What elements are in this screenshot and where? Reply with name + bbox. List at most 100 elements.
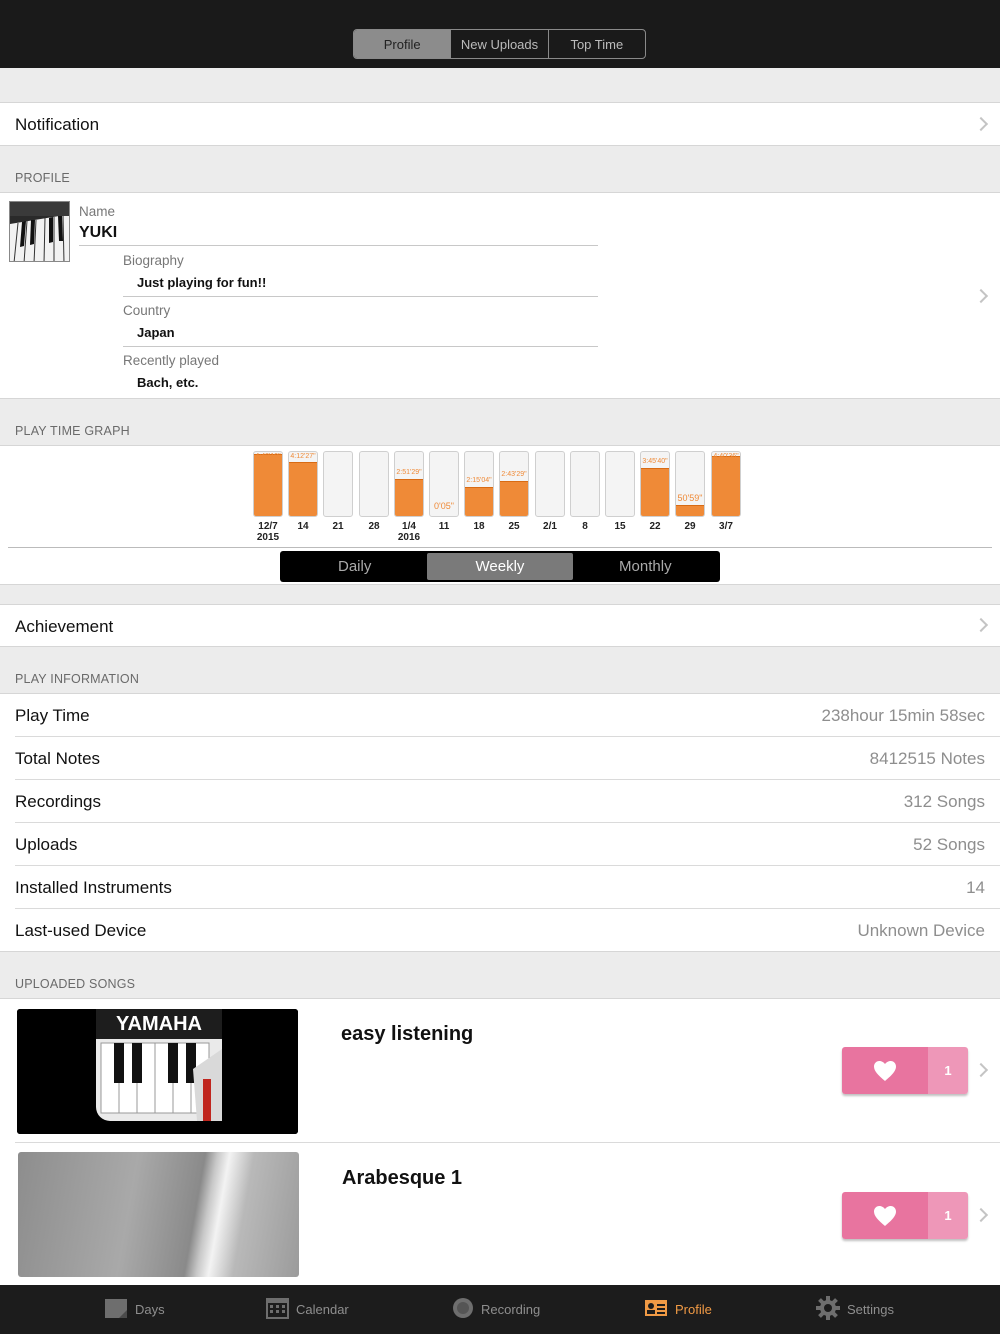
info-value: 312 Songs [903, 792, 985, 811]
play-time-graph-header: PLAY TIME GRAPH [15, 424, 130, 438]
info-row-uploads: Uploads 52 Songs [0, 823, 1000, 866]
info-key: Total Notes [15, 749, 101, 768]
graph-x-label: 21 [332, 521, 344, 532]
info-value: Unknown Device [857, 921, 985, 940]
song-thumbnail [18, 1152, 299, 1277]
name-value: YUKI [79, 224, 118, 241]
graph-bar-value-label: 4:12'27" [290, 453, 316, 460]
tab-days[interactable]: Days [104, 1285, 165, 1334]
calendar-icon [266, 1297, 289, 1322]
graph-x-label: 22 [649, 521, 661, 532]
divider [79, 245, 598, 246]
notification-label: Notification [15, 115, 100, 134]
graph-bar-fill [641, 468, 669, 516]
notification-row[interactable]: Notification [0, 102, 1000, 146]
info-row-play-time: Play Time 238hour 15min 58sec [0, 694, 1000, 737]
info-value: 52 Songs [913, 835, 985, 854]
info-key: Uploads [15, 835, 78, 854]
recently-played-label: Recently played [123, 353, 220, 368]
graph-bar-fill [395, 479, 423, 516]
period-weekly[interactable]: Weekly [427, 553, 573, 580]
name-label: Name [79, 204, 116, 219]
tab-bar: Days Calendar Recording Profile Settings [0, 1285, 1000, 1334]
play-time-graph: Daily Weekly Monthly 4:48'19" 12/7 2015 4:… [0, 445, 1000, 585]
graph-x-label: 14 [297, 521, 309, 532]
graph-bar [323, 451, 353, 517]
like-button[interactable]: 1 [842, 1047, 968, 1094]
uploaded-songs-header: UPLOADED SONGS [15, 977, 136, 991]
info-value: 14 [966, 878, 985, 897]
graph-bar-fill [712, 456, 740, 516]
tab-label: Recording [481, 1302, 541, 1317]
chevron-right-icon [973, 1207, 989, 1223]
graph-bar-value-label: 4:40'36" [713, 453, 739, 460]
graph-bar-value-label: 0'05" [434, 501, 454, 511]
graph-x-label: 18 [473, 521, 485, 532]
graph-x-label: 11 [438, 521, 450, 532]
segment-new-uploads[interactable]: New Uploads [451, 30, 549, 58]
country-label: Country [123, 303, 171, 318]
song-item[interactable]: YAMAHA easy listening 1 [0, 999, 1000, 1143]
graph-bar [535, 451, 565, 517]
heart-icon [842, 1192, 928, 1239]
graph-x-label: 3/7 [719, 521, 733, 532]
segment-top-time[interactable]: Top Time [549, 30, 645, 58]
graph-bar: 3:45'40" [640, 451, 670, 517]
tab-label: Days [135, 1302, 165, 1317]
chevron-right-icon [973, 116, 989, 132]
country-value: Japan [137, 325, 175, 340]
graph-bar [570, 451, 600, 517]
graph-bar: 4:40'36" [711, 451, 741, 517]
tab-label: Settings [847, 1302, 894, 1317]
like-count: 1 [928, 1047, 968, 1094]
top-bar: Profile New Uploads Top Time [0, 0, 1000, 68]
segment-profile[interactable]: Profile [354, 30, 452, 58]
tab-calendar[interactable]: Calendar [266, 1285, 349, 1334]
like-button[interactable]: 1 [842, 1192, 968, 1239]
period-daily[interactable]: Daily [282, 553, 427, 580]
graph-bar-fill [500, 481, 528, 516]
song-thumbnail: YAMAHA [17, 1009, 298, 1134]
view-segmented-control[interactable]: Profile New Uploads Top Time [353, 29, 646, 59]
graph-x-label: 1/4 2016 [397, 521, 421, 543]
graph-bar: 2:51'29" [394, 451, 424, 517]
tab-recording[interactable]: Recording [452, 1285, 540, 1334]
achievement-row[interactable]: Achievement [0, 604, 1000, 647]
play-information-header: PLAY INFORMATION [15, 672, 140, 686]
graph-x-label: 29 [684, 521, 696, 532]
chevron-right-icon [973, 1062, 989, 1078]
tab-settings[interactable]: Settings [816, 1285, 894, 1334]
info-key: Recordings [15, 792, 101, 811]
graph-x-label: 2/1 [543, 521, 557, 532]
info-value: 8412515 Notes [869, 749, 985, 768]
days-icon [104, 1297, 128, 1322]
achievement-label: Achievement [15, 617, 114, 636]
yamaha-logo-text: YAMAHA [116, 1013, 202, 1035]
heart-icon [842, 1047, 928, 1094]
period-monthly[interactable]: Monthly [573, 553, 718, 580]
divider [123, 346, 598, 347]
like-count: 1 [928, 1192, 968, 1239]
recording-icon [452, 1297, 474, 1322]
graph-bar [605, 451, 635, 517]
info-key: Play Time [15, 706, 90, 725]
graph-bar-fill [254, 454, 282, 516]
info-row-last-used-device: Last-used Device Unknown Device [0, 909, 1000, 952]
recently-played-value: Bach, etc. [137, 375, 199, 390]
biography-label: Biography [123, 253, 184, 268]
uploaded-songs-list: YAMAHA easy listening 1 Arabesque 1 1 [0, 998, 1000, 1288]
info-row-installed-instruments: Installed Instruments 14 [0, 866, 1000, 909]
graph-bar-value-label: 4:48'19" [255, 453, 281, 460]
graph-bar-value-label: 3:45'40" [642, 458, 668, 465]
tab-label: Calendar [296, 1302, 349, 1317]
graph-bar: 4:12'27" [288, 451, 318, 517]
chevron-right-icon [973, 288, 989, 304]
tab-profile[interactable]: Profile [644, 1285, 712, 1334]
period-segmented-control[interactable]: Daily Weekly Monthly [280, 551, 720, 582]
song-item[interactable]: Arabesque 1 1 [0, 1143, 1000, 1287]
settings-icon [816, 1296, 840, 1323]
profile-card[interactable]: Name YUKI Biography Just playing for fun… [0, 192, 1000, 399]
graph-bar-value-label: 50'59" [677, 493, 703, 503]
song-title: easy listening [341, 1023, 474, 1045]
graph-x-label: 28 [368, 521, 380, 532]
